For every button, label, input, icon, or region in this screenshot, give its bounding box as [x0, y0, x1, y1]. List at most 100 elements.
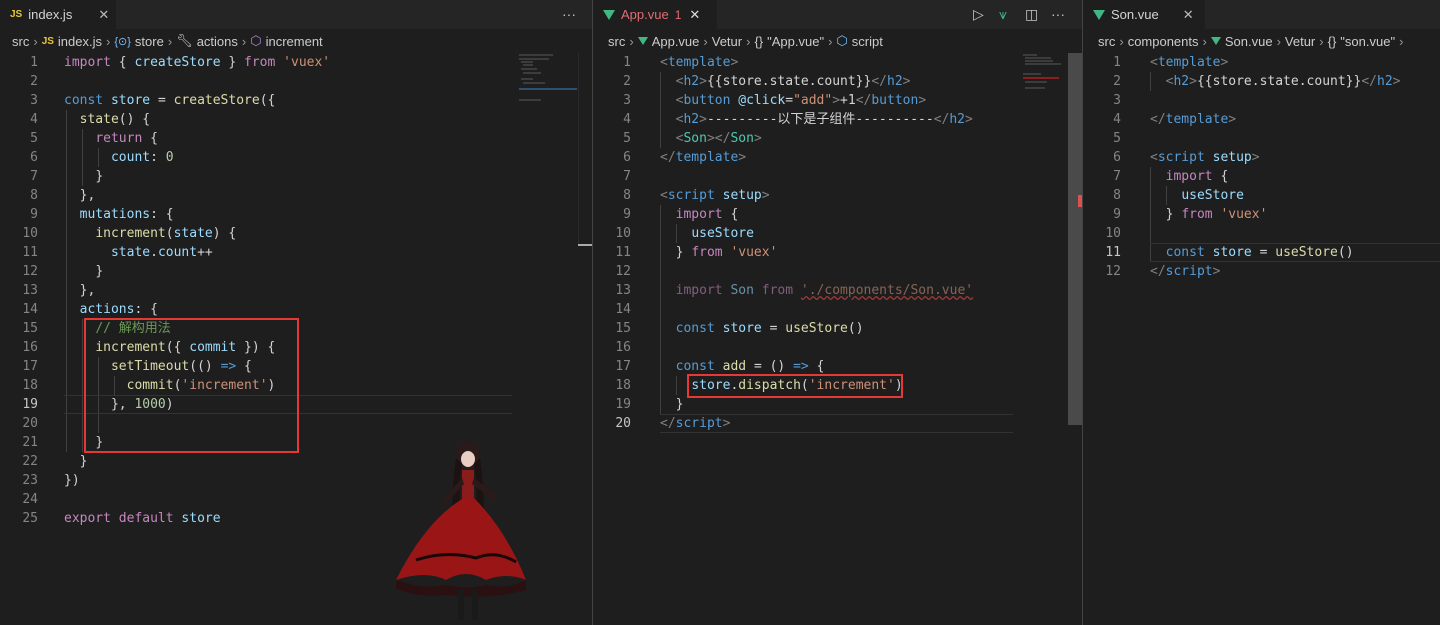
line-number: 6 [30, 150, 38, 165]
line-number: 19 [615, 397, 631, 412]
anime-girl-figure [396, 442, 526, 620]
line-number: 4 [30, 112, 38, 127]
breadcrumb-components[interactable]: components [1128, 34, 1199, 49]
code-editor[interactable]: 1 <template> 2 <h2>{{store.state.count}}<… [593, 53, 1082, 625]
breadcrumb-src[interactable]: src [12, 34, 29, 49]
editor-pane-app-vue: App.vue 1 ✕ ▷ ⩛ ◫ ··· src › App.vue › Vetu… [593, 0, 1082, 625]
close-icon[interactable]: ✕ [689, 7, 700, 23]
code-editor[interactable]: 1 <template> 2 <h2>{{store.state.count}}<… [1083, 53, 1440, 625]
breadcrumb-src[interactable]: src [608, 34, 625, 49]
wrench-icon: 🔧︎ [176, 33, 193, 48]
more-actions-icon[interactable]: ··· [562, 6, 576, 22]
line-number: 20 [615, 416, 631, 431]
line-number: 8 [1113, 188, 1121, 203]
line-number: 8 [623, 188, 631, 203]
tab-index-js[interactable]: JS index.js ✕ [0, 0, 116, 29]
vue-file-icon [1093, 9, 1105, 20]
line-number: 22 [22, 454, 38, 469]
close-icon[interactable]: ✕ [98, 7, 109, 23]
cube-icon: ⬡ [836, 33, 848, 48]
vue-preview-icon[interactable]: ⩛ [999, 6, 1007, 23]
scrollbar-thumb[interactable] [578, 244, 592, 246]
scrollbar[interactable] [578, 53, 592, 245]
line-number: 4 [623, 112, 631, 127]
chevron-right-icon: › [1276, 33, 1281, 49]
js-file-icon: JS [10, 9, 23, 20]
highlight-box-actions [84, 318, 299, 453]
chevron-right-icon: › [106, 33, 111, 49]
line-number: 2 [1113, 74, 1121, 89]
line-number: 18 [615, 378, 631, 393]
problem-count-badge: 1 [674, 7, 682, 22]
line-number: 11 [1105, 245, 1121, 260]
tab-app-vue[interactable]: App.vue 1 ✕ [593, 0, 717, 29]
vue-file-icon [1210, 37, 1221, 45]
vue-file-icon [603, 9, 615, 20]
breadcrumb-file[interactable]: Son.vue [1225, 34, 1273, 49]
breadcrumb: src › App.vue › Vetur › {} "App.vue" › ⬡ scr… [593, 29, 1082, 53]
line-number: 20 [22, 416, 38, 431]
editor-pane-index-js: JS index.js ✕ ··· src › JS index.js › {⊙} … [0, 0, 592, 625]
line-number: 12 [615, 264, 631, 279]
line-number: 1 [623, 55, 631, 70]
braces-icon: {} [754, 33, 764, 49]
line-number: 3 [623, 93, 631, 108]
line-number: 6 [1113, 150, 1121, 165]
vue-file-icon [637, 37, 648, 45]
line-number: 9 [30, 207, 38, 222]
run-icon[interactable]: ▷ [973, 6, 984, 23]
breadcrumb-file[interactable]: App.vue [652, 34, 700, 49]
line-number: 24 [22, 492, 38, 507]
line-number: 1 [1113, 55, 1121, 70]
breadcrumb-module[interactable]: "App.vue" [767, 34, 824, 49]
line-number: 1 [30, 55, 38, 70]
line-number: 7 [1113, 169, 1121, 184]
tab-title: App.vue [621, 7, 669, 22]
line-number: 10 [615, 226, 631, 241]
chevron-right-icon: › [1202, 33, 1207, 49]
line-number: 16 [22, 340, 38, 355]
breadcrumb-file[interactable]: index.js [58, 34, 102, 49]
chevron-right-icon: › [703, 33, 708, 49]
line-number: 9 [1113, 207, 1121, 222]
breadcrumb: src › JS index.js › {⊙} store › 🔧︎ actions ›… [0, 29, 592, 53]
breadcrumb-module[interactable]: "son.vue" [1340, 34, 1395, 49]
chevron-right-icon: › [241, 33, 247, 49]
breadcrumb-vetur[interactable]: Vetur [712, 34, 742, 49]
chevron-right-icon: › [1119, 33, 1124, 49]
line-number: 4 [1113, 112, 1121, 127]
chevron-right-icon: › [1399, 33, 1404, 49]
line-number: 10 [22, 226, 38, 241]
line-number: 2 [623, 74, 631, 89]
tab-bar: Son.vue ✕ [1083, 0, 1440, 29]
line-number: 6 [623, 150, 631, 165]
tab-son-vue[interactable]: Son.vue ✕ [1083, 0, 1205, 29]
line-number: 8 [30, 188, 38, 203]
line-number: 14 [22, 302, 38, 317]
close-icon[interactable]: ✕ [1183, 7, 1194, 23]
more-actions-icon[interactable]: ··· [1051, 6, 1065, 22]
breadcrumb: src › components › Son.vue › Vetur › {} "son… [1083, 29, 1440, 53]
line-number: 7 [623, 169, 631, 184]
breadcrumb-store[interactable]: store [135, 34, 164, 49]
tab-title: index.js [28, 7, 73, 22]
editor-pane-son-vue: Son.vue ✕ src › components › Son.vue › Vetu… [1083, 0, 1440, 625]
line-number: 11 [22, 245, 38, 260]
breadcrumb-script[interactable]: script [852, 34, 883, 49]
breadcrumb-actions[interactable]: actions [197, 34, 238, 49]
breadcrumb-src[interactable]: src [1098, 34, 1115, 49]
js-file-icon: JS [41, 35, 54, 47]
chevron-right-icon: › [629, 33, 634, 49]
chevron-right-icon: › [1319, 33, 1324, 49]
chevron-right-icon: › [33, 33, 38, 49]
breadcrumb-vetur[interactable]: Vetur [1285, 34, 1315, 49]
scrollbar[interactable] [1068, 53, 1082, 425]
braces-icon: {} [1327, 33, 1337, 49]
line-number: 15 [615, 321, 631, 336]
breadcrumb-increment[interactable]: increment [266, 34, 323, 49]
line-number: 18 [22, 378, 38, 393]
line-number: 11 [615, 245, 631, 260]
line-number: 7 [30, 169, 38, 184]
line-number: 15 [22, 321, 38, 336]
split-editor-icon[interactable]: ◫ [1025, 6, 1038, 23]
